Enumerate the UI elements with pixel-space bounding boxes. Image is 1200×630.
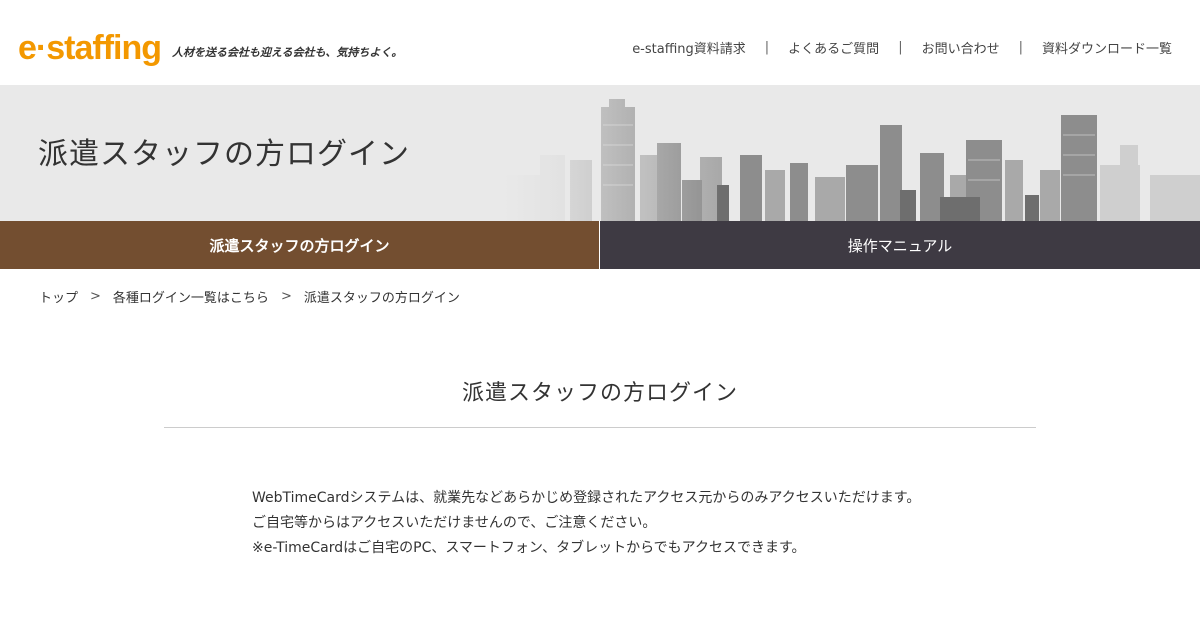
page-title: 派遣スタッフの方ログイン: [461, 381, 738, 406]
logo-dot: ·: [35, 29, 47, 67]
nav-separator: |: [764, 40, 770, 55]
nav-link-faq[interactable]: よくあるご質問: [788, 38, 879, 57]
nav-link-downloads[interactable]: 資料ダウンロード一覧: [1042, 38, 1172, 57]
breadcrumb: トップ > 各種ログイン一覧はこちら > 派遣スタッフの方ログイン: [39, 287, 460, 306]
breadcrumb-separator: >: [90, 289, 101, 304]
tagline: 人材を送る会社も迎える会社も、気持ちよく。: [172, 46, 403, 59]
nav-link-request-docs[interactable]: e-staffing資料請求: [632, 38, 746, 57]
title-divider: [164, 427, 1036, 428]
notice-line: ご自宅等からはアクセスいただけませんので、ご注意ください。: [252, 515, 657, 531]
logo-prefix: e: [18, 29, 37, 67]
estaffing-logo[interactable]: e·staffing: [18, 28, 162, 68]
notice-line: WebTimeCardシステムは、就業先などあらかじめ登録されたアクセス元からの…: [252, 490, 921, 506]
logo-suffix: staffing: [46, 29, 162, 67]
top-nav: e-staffing資料請求 | よくあるご質問 | お問い合わせ | 資料ダウ…: [632, 38, 1172, 57]
tab-staff-login[interactable]: 派遣スタッフの方ログイン: [0, 221, 600, 269]
site-header: e·staffing 人材を送る会社も迎える会社も、気持ちよく。 e-staff…: [0, 0, 1200, 85]
breadcrumb-separator: >: [280, 289, 292, 304]
access-notice: WebTimeCardシステムは、就業先などあらかじめ登録されたアクセス元からの…: [252, 486, 952, 561]
breadcrumb-login-list-link[interactable]: 各種ログイン一覧はこちら: [113, 287, 269, 306]
breadcrumb-current: 派遣スタッフの方ログイン: [303, 291, 460, 306]
login-tabs: 派遣スタッフの方ログイン 操作マニュアル: [0, 221, 1200, 269]
hero-banner: 派遣スタッフの方ログイン: [0, 85, 1200, 221]
nav-separator: |: [1018, 40, 1023, 55]
nav-link-contact[interactable]: お問い合わせ: [922, 38, 1000, 57]
tab-manual[interactable]: 操作マニュアル: [600, 221, 1200, 269]
nav-separator: |: [898, 40, 903, 55]
breadcrumb-top-link[interactable]: トップ: [39, 287, 78, 306]
notice-line: ※e-TimeCardはご自宅のPC、スマートフォン、タブレットからでもアクセス…: [252, 540, 806, 556]
hero-title: 派遣スタッフの方ログイン: [38, 137, 410, 172]
